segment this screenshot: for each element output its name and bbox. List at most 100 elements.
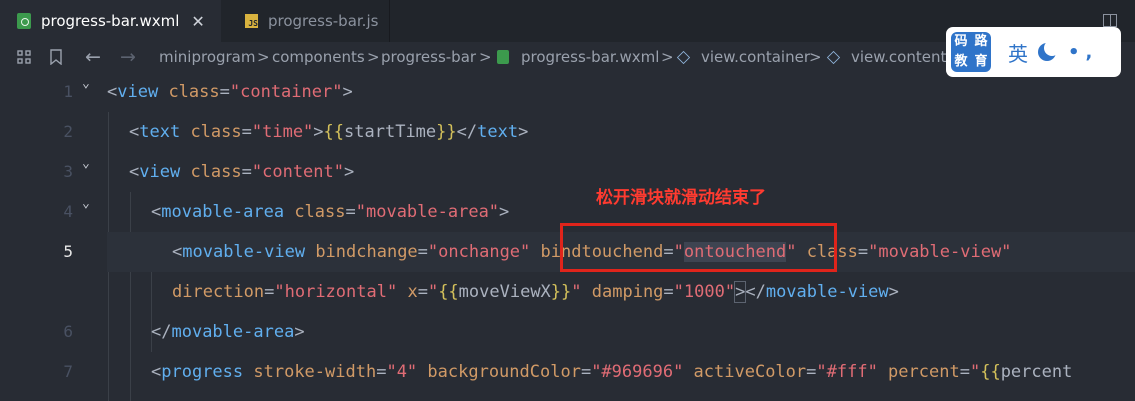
element-cube-icon	[676, 42, 691, 72]
code-token: =	[959, 362, 970, 382]
code-token: "content"	[251, 162, 344, 182]
tab-progress-bar-wxml[interactable]: progress-bar.wxml ✕	[0, 0, 221, 42]
code-token: =	[417, 282, 428, 302]
code-token: =	[241, 162, 252, 182]
logo-char: 教	[954, 54, 968, 69]
code-line[interactable]: 1 ⌄ <view class="container">	[0, 72, 1135, 112]
code-token: class	[180, 122, 242, 142]
code-token: movable-area	[171, 322, 295, 342]
ime-language-toggle[interactable]: 英	[1008, 38, 1028, 67]
breadcrumb-separator: >	[367, 48, 380, 66]
code-token: =	[264, 282, 275, 302]
code-token: </	[456, 122, 478, 142]
code-token: movable-area	[161, 202, 285, 222]
code-token: }}	[550, 282, 572, 302]
code-token: moveViewX	[458, 282, 551, 302]
code-token: stroke-width	[243, 362, 377, 382]
code-token: direction	[172, 282, 265, 302]
code-token: {{	[438, 282, 459, 302]
code-token: movable-view	[182, 242, 306, 262]
bookmark-icon[interactable]	[50, 42, 62, 72]
fold-chevron-icon[interactable]: ⌄	[82, 144, 90, 184]
code-line[interactable]: 6 </movable-area>	[0, 312, 1135, 352]
code-token: "horizontal"	[274, 282, 398, 302]
moon-icon[interactable]	[1038, 40, 1060, 61]
code-token: backgroundColor	[417, 362, 581, 382]
code-token: =	[376, 362, 387, 382]
annotation-highlight-box	[560, 223, 837, 272]
code-token: text	[477, 122, 519, 142]
code-token: "movable-view"	[868, 242, 1012, 262]
close-icon[interactable]: ✕	[191, 12, 204, 31]
code-token: activeColor	[683, 362, 807, 382]
code-token: <	[129, 162, 140, 182]
code-token: percent	[877, 362, 960, 382]
line-number: 3	[63, 162, 73, 181]
code-token: =	[663, 282, 674, 302]
breadcrumb-item-progress-bar[interactable]: progress-bar	[381, 42, 476, 72]
fold-chevron-icon[interactable]: ⌄	[82, 184, 90, 224]
breadcrumb-item-components[interactable]: components	[272, 42, 365, 72]
code-token: }}	[436, 122, 457, 142]
code-token: >	[313, 122, 324, 142]
ime-dot-icon[interactable]: •	[1068, 42, 1080, 63]
code-token: >	[734, 281, 747, 303]
code-token: "#969696"	[591, 362, 684, 382]
breadcrumb-item-view-content[interactable]: view.content	[851, 42, 946, 72]
tab-progress-bar-js[interactable]: JS progress-bar.js	[221, 0, 390, 42]
line-number: 4	[63, 202, 73, 221]
explorer-icon[interactable]	[17, 42, 31, 72]
code-token: =	[345, 202, 356, 222]
code-token: "container"	[229, 82, 343, 102]
line-number: 2	[63, 122, 73, 141]
breadcrumb-separator: >	[479, 48, 492, 66]
code-line[interactable]: 2 <text class="time">{{startTime}}</text…	[0, 112, 1135, 152]
breadcrumb-item-view-container[interactable]: view.container	[701, 42, 810, 72]
logo-char: 码	[954, 34, 968, 49]
breadcrumb-item-file[interactable]: progress-bar.wxml	[521, 42, 659, 72]
code-token: class	[284, 202, 346, 222]
code-token: >	[518, 122, 529, 142]
code-line[interactable]: 3 ⌄ <view class="content">	[0, 152, 1135, 192]
wxml-file-icon	[17, 13, 31, 29]
tab-label: progress-bar.js	[268, 12, 379, 30]
code-token: =	[580, 362, 592, 382]
js-file-icon: JS	[245, 14, 258, 28]
code-token: </	[745, 282, 766, 302]
code-token: "	[427, 282, 439, 302]
ime-toolbar[interactable]: 码 路 教 育 英 • ,	[946, 27, 1121, 77]
code-token: >	[344, 162, 355, 182]
code-token: class	[180, 162, 242, 182]
code-token: "#fff"	[816, 362, 878, 382]
code-token: {{	[323, 122, 345, 142]
code-token: progress	[161, 362, 244, 382]
code-token: >	[342, 82, 353, 102]
split-editor-icon[interactable]	[1103, 14, 1117, 27]
code-token: >	[294, 322, 305, 342]
code-token: >	[499, 202, 510, 222]
code-token: startTime	[344, 122, 437, 142]
code-line-wrapped[interactable]: direction="horizontal" x="{{moveViewX}}"…	[0, 272, 1135, 312]
code-line[interactable]: 7 <progress stroke-width="4" backgroundC…	[0, 352, 1135, 392]
code-token: "4"	[386, 362, 418, 382]
forward-arrow-icon[interactable]: →	[120, 42, 136, 72]
tab-label: progress-bar.wxml	[41, 12, 180, 30]
fold-chevron-icon[interactable]: ⌄	[82, 64, 90, 104]
code-token: <	[151, 202, 162, 222]
line-number: 6	[63, 322, 73, 341]
code-token: "	[571, 282, 582, 302]
code-token: >	[888, 282, 899, 302]
code-token: movable-view	[765, 282, 889, 302]
ime-logo: 码 路 教 育	[951, 32, 991, 72]
ime-punctuation-toggle[interactable]: ,	[1086, 42, 1093, 63]
breadcrumb-separator: >	[809, 48, 822, 66]
code-token: "1000"	[673, 282, 736, 302]
code-token: "movable-area"	[355, 202, 500, 222]
code-token: <	[172, 242, 183, 262]
logo-char: 路	[974, 34, 988, 49]
code-token: =	[219, 82, 230, 102]
breadcrumb-separator: >	[661, 48, 674, 66]
code-token: <	[129, 122, 140, 142]
logo-char: 育	[974, 54, 988, 69]
breadcrumb-item-miniprogram[interactable]: miniprogram	[159, 42, 255, 72]
